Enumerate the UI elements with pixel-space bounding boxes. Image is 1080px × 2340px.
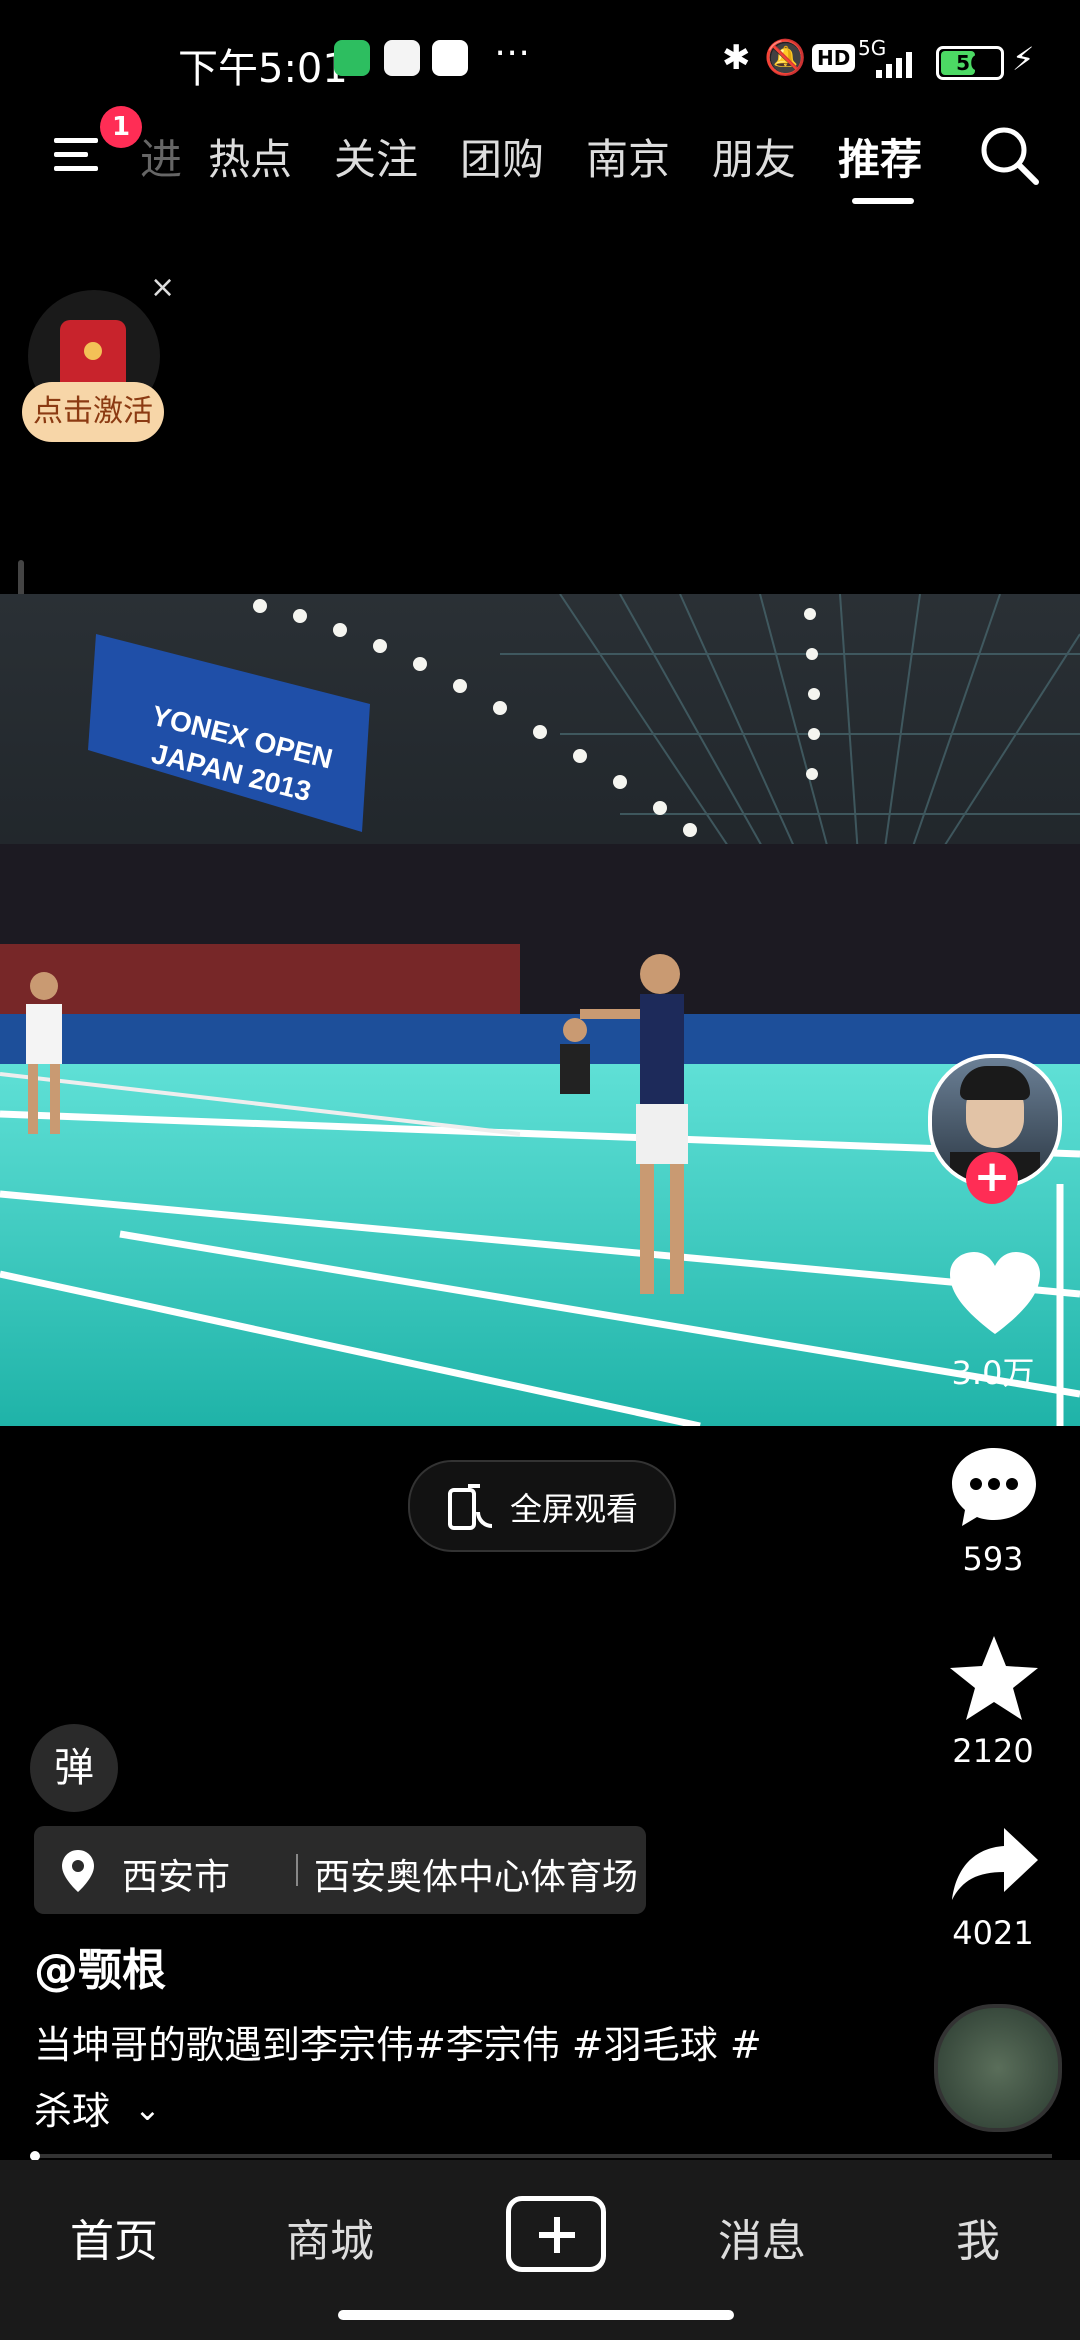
heart-icon — [950, 1252, 1040, 1334]
author-name[interactable]: @颚根 — [34, 1934, 166, 1998]
search-button[interactable] — [978, 124, 1042, 192]
location-city: 西安市 — [122, 1857, 231, 1898]
tab-partial[interactable]: 进 — [140, 126, 182, 187]
signal-icon — [872, 50, 924, 82]
tab-active-indicator — [852, 198, 914, 204]
nav-me[interactable]: 我 — [956, 2205, 1000, 2269]
menu-badge: 1 — [100, 106, 142, 148]
tab-friends[interactable]: 朋友 — [712, 126, 796, 187]
location-pin-icon — [62, 1850, 94, 1892]
comment-button[interactable] — [948, 1444, 1040, 1534]
like-count: 3.0万 — [951, 1354, 1035, 1392]
status-bar: 下午5:01 ⋯ ✱ 🔕 HD 5G 56 ⚡ — [0, 0, 1080, 120]
caption-line-1: 当坤哥的歌遇到李宗伟#李宗伟 #羽毛球 # — [34, 2023, 762, 2067]
bluetooth-icon: ✱ — [722, 38, 751, 78]
favorite-count: 2120 — [952, 1732, 1034, 1770]
nav-messages[interactable]: 消息 — [718, 2205, 806, 2269]
share-icon — [952, 1828, 1038, 1900]
hd-icon: HD — [812, 44, 856, 72]
create-button[interactable] — [506, 2196, 606, 2272]
rotate-screen-icon — [448, 1484, 493, 1530]
nav-home[interactable]: 首页 — [70, 2205, 158, 2269]
tab-recommend[interactable]: 推荐 — [838, 126, 922, 187]
tab-hot[interactable]: 热点 — [208, 126, 292, 187]
fullscreen-button[interactable]: 全屏观看 — [408, 1460, 676, 1552]
music-disc-avatar[interactable] — [934, 2004, 1062, 2132]
app-58-icon — [384, 40, 420, 76]
share-count: 4021 — [952, 1914, 1034, 1952]
umpire — [560, 1018, 590, 1094]
star-icon — [950, 1636, 1038, 1720]
fullscreen-label: 全屏观看 — [510, 1490, 639, 1528]
home-indicator — [338, 2310, 734, 2320]
location-place: 西安奥体中心体育场 — [314, 1857, 639, 1898]
expand-chevron-icon[interactable]: ⌄ — [134, 2090, 161, 2128]
tab-follow[interactable]: 关注 — [334, 126, 418, 187]
nav-shop[interactable]: 商城 — [286, 2205, 374, 2269]
menu-button[interactable]: 1 — [52, 106, 142, 186]
search-icon — [981, 127, 1039, 185]
follow-plus-icon[interactable]: + — [966, 1152, 1018, 1204]
tab-nanjing[interactable]: 南京 — [586, 126, 670, 187]
comment-icon — [952, 1448, 1036, 1526]
mute-bell-icon: 🔕 — [764, 38, 807, 78]
status-time: 下午5:01 — [178, 46, 348, 92]
wechat-icon — [334, 40, 370, 76]
danmaku-toggle[interactable]: 弹 — [30, 1724, 118, 1812]
menu-icon — [54, 138, 98, 171]
close-icon[interactable]: × — [150, 270, 175, 305]
badminton-court-scene: YONEX OPEN JAPAN 2013 — [0, 594, 1080, 1426]
video-player[interactable]: YONEX OPEN JAPAN 2013 — [0, 594, 1080, 1426]
favorite-button[interactable] — [948, 1634, 1040, 1726]
plus-icon — [539, 2217, 575, 2253]
activate-button[interactable]: 点击激活 — [22, 382, 164, 442]
more-notifications-icon: ⋯ — [494, 32, 530, 73]
baidu-cloud-icon — [432, 40, 468, 76]
video-progress-bar[interactable] — [30, 2151, 1052, 2161]
location-chip[interactable]: 西安市 西安奥体中心体育场 — [34, 1826, 646, 1914]
like-button[interactable] — [950, 1252, 1040, 1340]
caption-line-2: 杀球 — [34, 2089, 111, 2133]
comment-count: 593 — [962, 1540, 1024, 1578]
tab-group-buy[interactable]: 团购 — [460, 126, 544, 187]
charging-icon: ⚡ — [1012, 40, 1035, 78]
battery-icon: 56 — [936, 46, 1004, 80]
share-button[interactable] — [948, 1824, 1040, 1908]
